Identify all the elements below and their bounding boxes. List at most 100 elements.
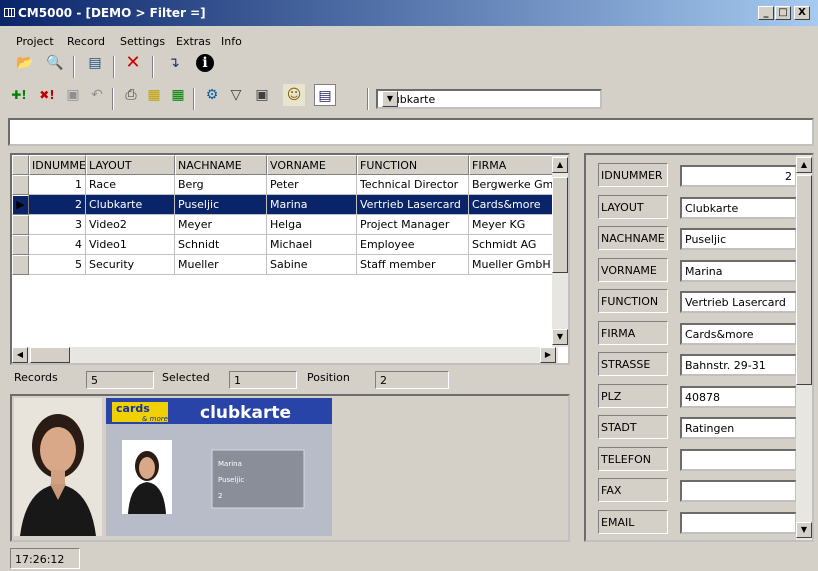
cell-function[interactable]: Project Manager — [357, 215, 469, 235]
field-stadt[interactable]: Ratingen — [680, 417, 797, 439]
cell-vorname[interactable]: Michael — [267, 235, 357, 255]
add-record-icon[interactable]: ✚! — [8, 84, 30, 106]
table-row[interactable]: 3 Video2 Meyer Helga Project Manager Meyer KG — [12, 215, 558, 235]
field-nachname[interactable]: Puseljic — [680, 228, 797, 250]
menu-record[interactable]: Record — [67, 35, 105, 48]
row-indicator[interactable]: ▶ — [12, 195, 29, 215]
cell-id[interactable]: 2 — [29, 195, 86, 215]
header-function[interactable]: FUNCTION — [357, 155, 469, 175]
card-print-icon[interactable]: ▦ — [143, 84, 165, 106]
scroll-down-button[interactable]: ▼ — [552, 329, 568, 345]
cell-nachname[interactable]: Berg — [175, 175, 267, 195]
row-indicator[interactable] — [12, 175, 29, 195]
cell-nachname[interactable]: Meyer — [175, 215, 267, 235]
field-email[interactable] — [680, 511, 797, 534]
cell-firma[interactable]: Schmidt AG — [469, 235, 558, 255]
chevron-down-icon[interactable]: ▼ — [382, 91, 398, 107]
cell-vorname[interactable]: Peter — [267, 175, 357, 195]
import-icon[interactable]: ↴ — [163, 52, 185, 74]
header-idnummer[interactable]: IDNUMMER — [29, 155, 86, 175]
header-firma[interactable]: FIRMA — [469, 155, 558, 175]
cell-nachname[interactable]: Schnidt — [175, 235, 267, 255]
cell-vorname[interactable]: Helga — [267, 215, 357, 235]
scroll-up-button[interactable]: ▲ — [796, 157, 812, 173]
card-batch-icon[interactable]: ▦ — [167, 84, 189, 106]
delete-icon[interactable]: ✕ — [122, 52, 144, 74]
cell-function[interactable]: Technical Director — [357, 175, 469, 195]
table-row[interactable]: ▶ 2 Clubkarte Puseljic Marina Vertrieb Laserc… — [12, 195, 558, 215]
cell-layout[interactable]: Clubkarte — [86, 195, 175, 215]
menu-extras[interactable]: Extras — [176, 35, 211, 48]
cell-vorname[interactable]: Marina — [267, 195, 357, 215]
menu-settings[interactable]: Settings — [120, 35, 165, 48]
row-indicator[interactable] — [12, 215, 29, 235]
field-telefon[interactable] — [680, 448, 797, 471]
cell-layout[interactable]: Security — [86, 255, 175, 275]
minimize-button[interactable]: _ — [758, 6, 774, 20]
scroll-thumb[interactable] — [552, 177, 568, 273]
scroll-down-button[interactable]: ▼ — [796, 522, 812, 538]
maximize-button[interactable]: □ — [775, 6, 791, 20]
cell-firma[interactable]: Cards&more — [469, 195, 558, 215]
person-icon[interactable]: ☺ — [283, 84, 305, 106]
table-row[interactable]: 1 Race Berg Peter Technical Director Bergwerk… — [12, 175, 558, 195]
cell-function[interactable]: Employee — [357, 235, 469, 255]
menu-project[interactable]: Project — [16, 35, 54, 48]
scroll-left-button[interactable]: ◀ — [12, 347, 28, 363]
field-firma[interactable]: Cards&more — [680, 322, 797, 345]
scroll-up-button[interactable]: ▲ — [552, 157, 568, 173]
info-icon[interactable]: i — [196, 54, 214, 72]
cell-function[interactable]: Staff member — [357, 255, 469, 275]
menu-info[interactable]: Info — [221, 35, 242, 48]
close-button[interactable]: X — [794, 6, 810, 20]
header-nachname[interactable]: NACHNAME — [175, 155, 267, 175]
menu-bar: Project Record Settings Extras Info — [0, 32, 818, 50]
print-preview-icon[interactable]: ▤ — [84, 52, 106, 74]
table-row[interactable]: 5 Security Mueller Sabine Staff member Muelle… — [12, 255, 558, 275]
field-fax[interactable] — [680, 480, 797, 502]
cell-layout[interactable]: Race — [86, 175, 175, 195]
field-function[interactable]: Vertrieb Lasercard — [680, 291, 797, 313]
cell-firma[interactable]: Meyer KG — [469, 215, 558, 235]
delete-record-icon[interactable]: ✖! — [36, 84, 58, 106]
filter-input[interactable] — [8, 118, 814, 146]
printer-icon[interactable]: ⎙ — [120, 84, 142, 106]
header-vorname[interactable]: VORNAME — [267, 155, 357, 175]
table-row[interactable]: 4 Video1 Schnidt Michael Employee Schmidt AG — [12, 235, 558, 255]
field-idnummer[interactable]: 2 — [680, 165, 797, 187]
header-layout[interactable]: LAYOUT — [86, 155, 175, 175]
filter-icon[interactable]: ▽ — [225, 84, 247, 106]
undo-icon[interactable]: ↶ — [86, 84, 108, 106]
cell-id[interactable]: 4 — [29, 235, 86, 255]
cell-id[interactable]: 3 — [29, 215, 86, 235]
cell-layout[interactable]: Video2 — [86, 215, 175, 235]
camera-icon[interactable]: ▣ — [251, 84, 273, 106]
detail-vertical-scrollbar[interactable]: ▲ ▼ — [796, 155, 812, 540]
cell-layout[interactable]: Video1 — [86, 235, 175, 255]
cell-firma[interactable]: Bergwerke GmbH — [469, 175, 558, 195]
scroll-right-button[interactable]: ▶ — [540, 347, 556, 363]
open-folder-icon[interactable]: 📂 — [14, 52, 36, 74]
row-indicator[interactable] — [12, 255, 29, 275]
cell-function[interactable]: Vertrieb Lasercard — [357, 195, 469, 215]
field-strasse[interactable]: Bahnstr. 29-31 — [680, 354, 797, 376]
field-layout[interactable]: Clubkarte — [680, 196, 797, 219]
cell-firma[interactable]: Mueller GmbH — [469, 255, 558, 275]
field-plz[interactable]: 40878 — [680, 385, 797, 408]
cell-nachname[interactable]: Puseljic — [175, 195, 267, 215]
field-vorname[interactable]: Marina — [680, 259, 797, 282]
find-icon[interactable]: 🔍 — [44, 52, 66, 74]
preview-icon[interactable]: ▤ — [314, 84, 336, 106]
detail-scroll-thumb[interactable] — [796, 175, 812, 385]
settings-icon[interactable]: ⚙ — [201, 84, 223, 106]
grid-horizontal-scrollbar[interactable]: ◀ ▶ — [12, 347, 558, 363]
grid-vertical-scrollbar[interactable]: ▲ ▼ — [552, 155, 568, 347]
layout-select[interactable]: Clubkarte ▼ — [376, 89, 602, 109]
cell-vorname[interactable]: Sabine — [267, 255, 357, 275]
row-indicator[interactable] — [12, 235, 29, 255]
cell-id[interactable]: 1 — [29, 175, 86, 195]
cell-nachname[interactable]: Mueller — [175, 255, 267, 275]
cell-id[interactable]: 5 — [29, 255, 86, 275]
save-icon[interactable]: ▣ — [62, 84, 84, 106]
hscroll-thumb[interactable] — [30, 347, 70, 363]
